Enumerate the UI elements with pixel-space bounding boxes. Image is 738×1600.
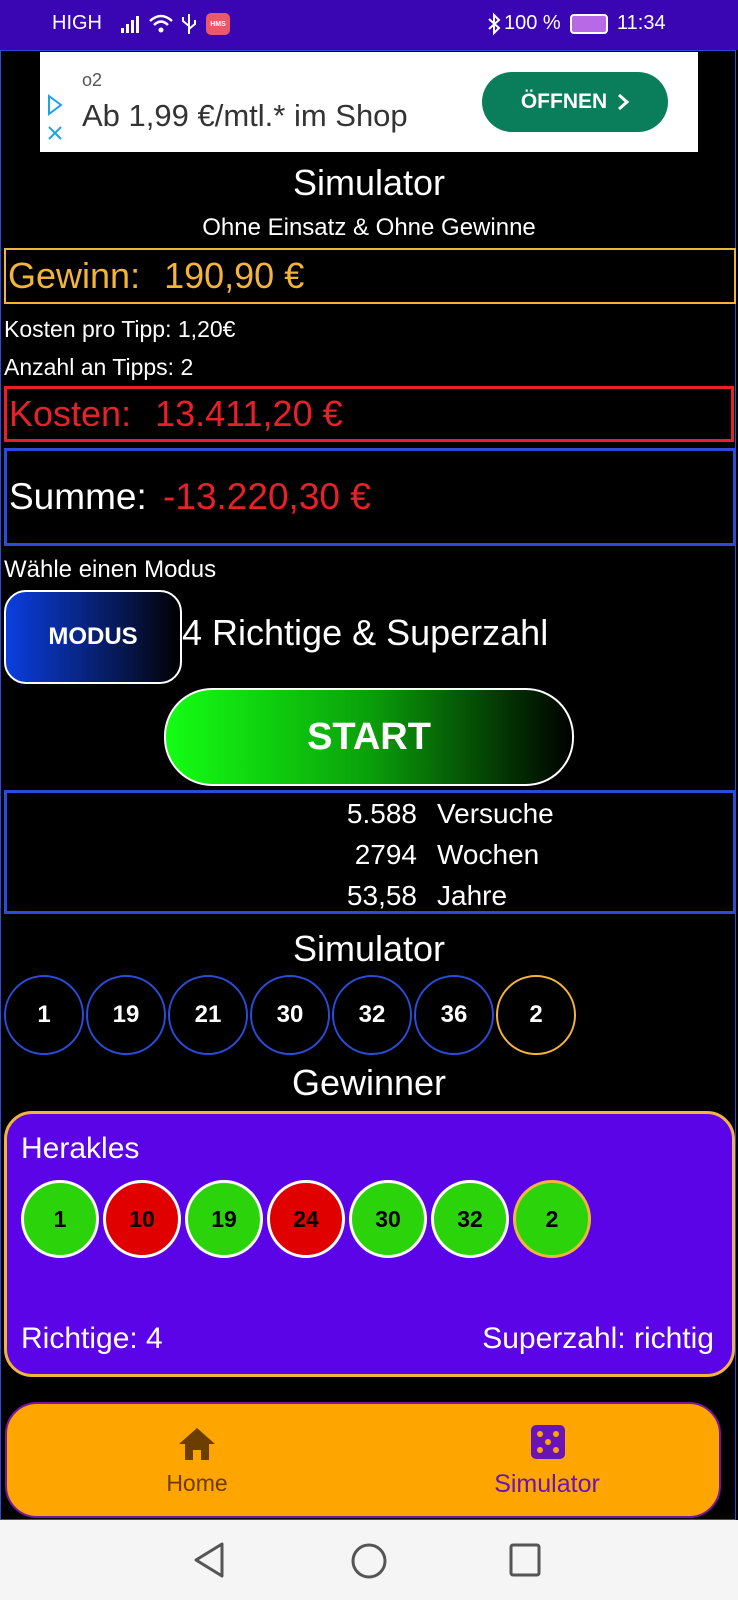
usb-icon — [182, 14, 196, 34]
counter-unit: Versuche — [437, 798, 554, 829]
home-nav-icon[interactable] — [350, 1542, 388, 1580]
gewinn-box: Gewinn: 190,90 € — [4, 248, 736, 304]
ad-text: Ab 1,99 €/mtl.* im Shop — [82, 98, 408, 133]
gewinn-value: 190,90 € — [164, 255, 305, 296]
mode-button[interactable]: MODUS — [4, 590, 182, 684]
simulator-superzahl-ball: 2 — [496, 975, 576, 1055]
mode-prompt: Wähle einen Modus — [4, 556, 217, 583]
simulator-ball: 36 — [414, 975, 494, 1055]
superzahl-status: Superzahl: richtig — [482, 1322, 714, 1355]
summe-value: -13.220,30 € — [163, 476, 371, 517]
simulator-title: Simulator — [292, 928, 446, 969]
system-nav-bar — [0, 1520, 738, 1600]
kosten-pro-tipp: Kosten pro Tipp: 1,20€ — [4, 316, 236, 342]
ad-brand: o2 — [82, 70, 103, 90]
winner-ball: 1 — [21, 1180, 99, 1258]
gewinn-label: Gewinn: — [8, 255, 141, 296]
winner-name: Herakles — [21, 1132, 140, 1165]
anzahl-tipps: Anzahl an Tipps: 2 — [4, 354, 194, 380]
home-icon — [179, 1428, 215, 1460]
wifi-icon — [149, 14, 173, 33]
counter-value: 53,58 — [346, 880, 417, 911]
battery-icon — [570, 14, 608, 34]
bottom-nav: Home Simulator — [5, 1402, 721, 1518]
winner-ball: 19 — [185, 1180, 263, 1258]
back-icon[interactable] — [192, 1540, 226, 1580]
nav-simulator-label: Simulator — [494, 1470, 600, 1498]
winner-card: Herakles 1 10 19 24 30 32 2 Richtige: 4 … — [4, 1111, 735, 1377]
ad-open-label: ÖFFNEN — [520, 90, 608, 113]
ad-open-button[interactable]: ÖFFNEN — [482, 72, 668, 132]
counter-value: 5.588 — [346, 798, 417, 829]
status-bar: HIGH HMS 100 % 11:34 — [0, 0, 738, 50]
kosten-label: Kosten: — [9, 393, 132, 434]
counter-box: 5.588 Versuche 2794 Wochen 53,58 Jahre — [4, 790, 736, 914]
selected-mode: 4 Richtige & Superzahl — [182, 612, 549, 653]
recents-icon[interactable] — [508, 1542, 542, 1578]
bluetooth-icon — [488, 12, 501, 36]
carrier-label: HIGH — [52, 12, 102, 34]
page-title: Simulator — [292, 162, 446, 203]
ad-banner[interactable]: o2 Ab 1,99 €/mtl.* im Shop ÖFFNEN — [40, 52, 698, 152]
dice-icon — [531, 1425, 565, 1459]
winner-ball: 24 — [267, 1180, 345, 1258]
simulator-ball: 30 — [250, 975, 330, 1055]
kosten-value: 13.411,20 € — [155, 393, 343, 434]
start-button-label: START — [307, 715, 431, 758]
counter-value: 2794 — [354, 839, 417, 870]
signal-icon — [121, 16, 139, 33]
nav-home[interactable]: Home — [67, 1416, 327, 1508]
ad-choices-icon[interactable] — [46, 94, 64, 116]
winner-ball: 32 — [431, 1180, 509, 1258]
simulator-ball: 1 — [4, 975, 84, 1055]
winner-ball: 30 — [349, 1180, 427, 1258]
nav-home-label: Home — [166, 1470, 228, 1496]
winner-superzahl-ball: 2 — [513, 1180, 591, 1258]
winner-title: Gewinner — [291, 1062, 447, 1103]
page-subtitle: Ohne Einsatz & Ohne Gewinne — [202, 214, 536, 241]
simulator-ball: 21 — [168, 975, 248, 1055]
mode-button-label: MODUS — [48, 623, 138, 650]
richtige-count: Richtige: 4 — [21, 1322, 163, 1355]
start-button[interactable]: START — [164, 688, 574, 786]
counter-unit: Wochen — [437, 839, 540, 870]
ad-close-icon[interactable] — [46, 124, 64, 142]
summe-label: Summe: — [9, 476, 147, 517]
summe-box: Summe: -13.220,30 € — [4, 448, 736, 546]
hms-icon: HMS — [206, 13, 230, 35]
simulator-ball: 32 — [332, 975, 412, 1055]
winner-ball: 10 — [103, 1180, 181, 1258]
kosten-box: Kosten: 13.411,20 € — [4, 386, 734, 442]
nav-simulator[interactable]: Simulator — [417, 1416, 677, 1508]
battery-percent: 100 % — [504, 12, 561, 34]
counter-unit: Jahre — [437, 880, 508, 911]
clock: 11:34 — [617, 12, 666, 34]
simulator-ball: 19 — [86, 975, 166, 1055]
chevron-right-icon — [618, 93, 630, 111]
